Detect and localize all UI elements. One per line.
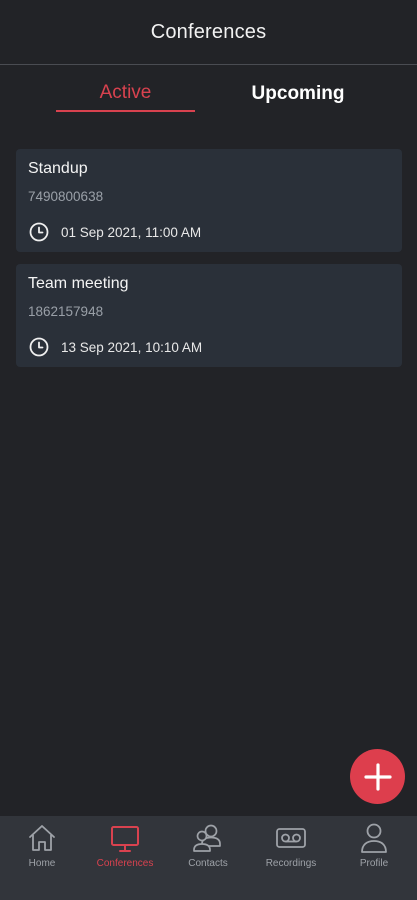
conference-card-team-meeting[interactable]: Team meeting 1862157948 13 Sep 2021, 10:…	[16, 264, 402, 367]
clock-icon	[28, 221, 50, 243]
nav-label-conferences: Conferences	[96, 858, 154, 869]
nav-label-home: Home	[28, 858, 56, 869]
conference-time-row: 01 Sep 2021, 11:00 AM	[28, 221, 201, 243]
conference-number: 1862157948	[28, 304, 104, 319]
conference-datetime: 01 Sep 2021, 11:00 AM	[61, 224, 202, 240]
conference-title: Standup	[28, 160, 88, 177]
conference-number: 7490800638	[28, 189, 104, 204]
conference-card-standup[interactable]: Standup 7490800638 01 Sep 2021, 11:00 AM	[16, 149, 402, 252]
monitor-icon	[109, 820, 141, 856]
tab-upcoming[interactable]: Upcoming	[228, 76, 368, 112]
nav-item-contacts[interactable]: Contacts	[168, 820, 248, 876]
profile-icon	[358, 820, 390, 856]
conference-datetime: 13 Sep 2021, 10:10 AM	[61, 339, 203, 355]
clock-icon	[28, 336, 50, 358]
nav-item-profile[interactable]: Profile	[334, 820, 414, 876]
conference-time-row: 13 Sep 2021, 10:10 AM	[28, 336, 202, 358]
nav-label-recordings: Recordings	[265, 858, 317, 869]
bottom-navigation: Home Conferences Contacts Recordings Pro…	[0, 816, 417, 900]
nav-label-profile: Profile	[359, 858, 389, 869]
voicemail-icon	[274, 820, 308, 856]
conference-tabs: Active Upcoming	[0, 76, 417, 116]
nav-item-recordings[interactable]: Recordings	[251, 820, 331, 876]
conference-title: Team meeting	[28, 275, 129, 292]
nav-item-conferences[interactable]: Conferences	[85, 820, 165, 876]
page-title: Conferences	[150, 20, 267, 43]
home-icon	[26, 820, 58, 856]
add-conference-button[interactable]	[350, 749, 405, 804]
nav-item-home[interactable]: Home	[2, 820, 82, 876]
plus-icon	[363, 762, 392, 791]
tab-active[interactable]: Active	[56, 76, 195, 112]
contacts-icon	[191, 820, 225, 856]
app-header: Conferences	[0, 0, 417, 65]
nav-label-contacts: Contacts	[188, 858, 228, 869]
